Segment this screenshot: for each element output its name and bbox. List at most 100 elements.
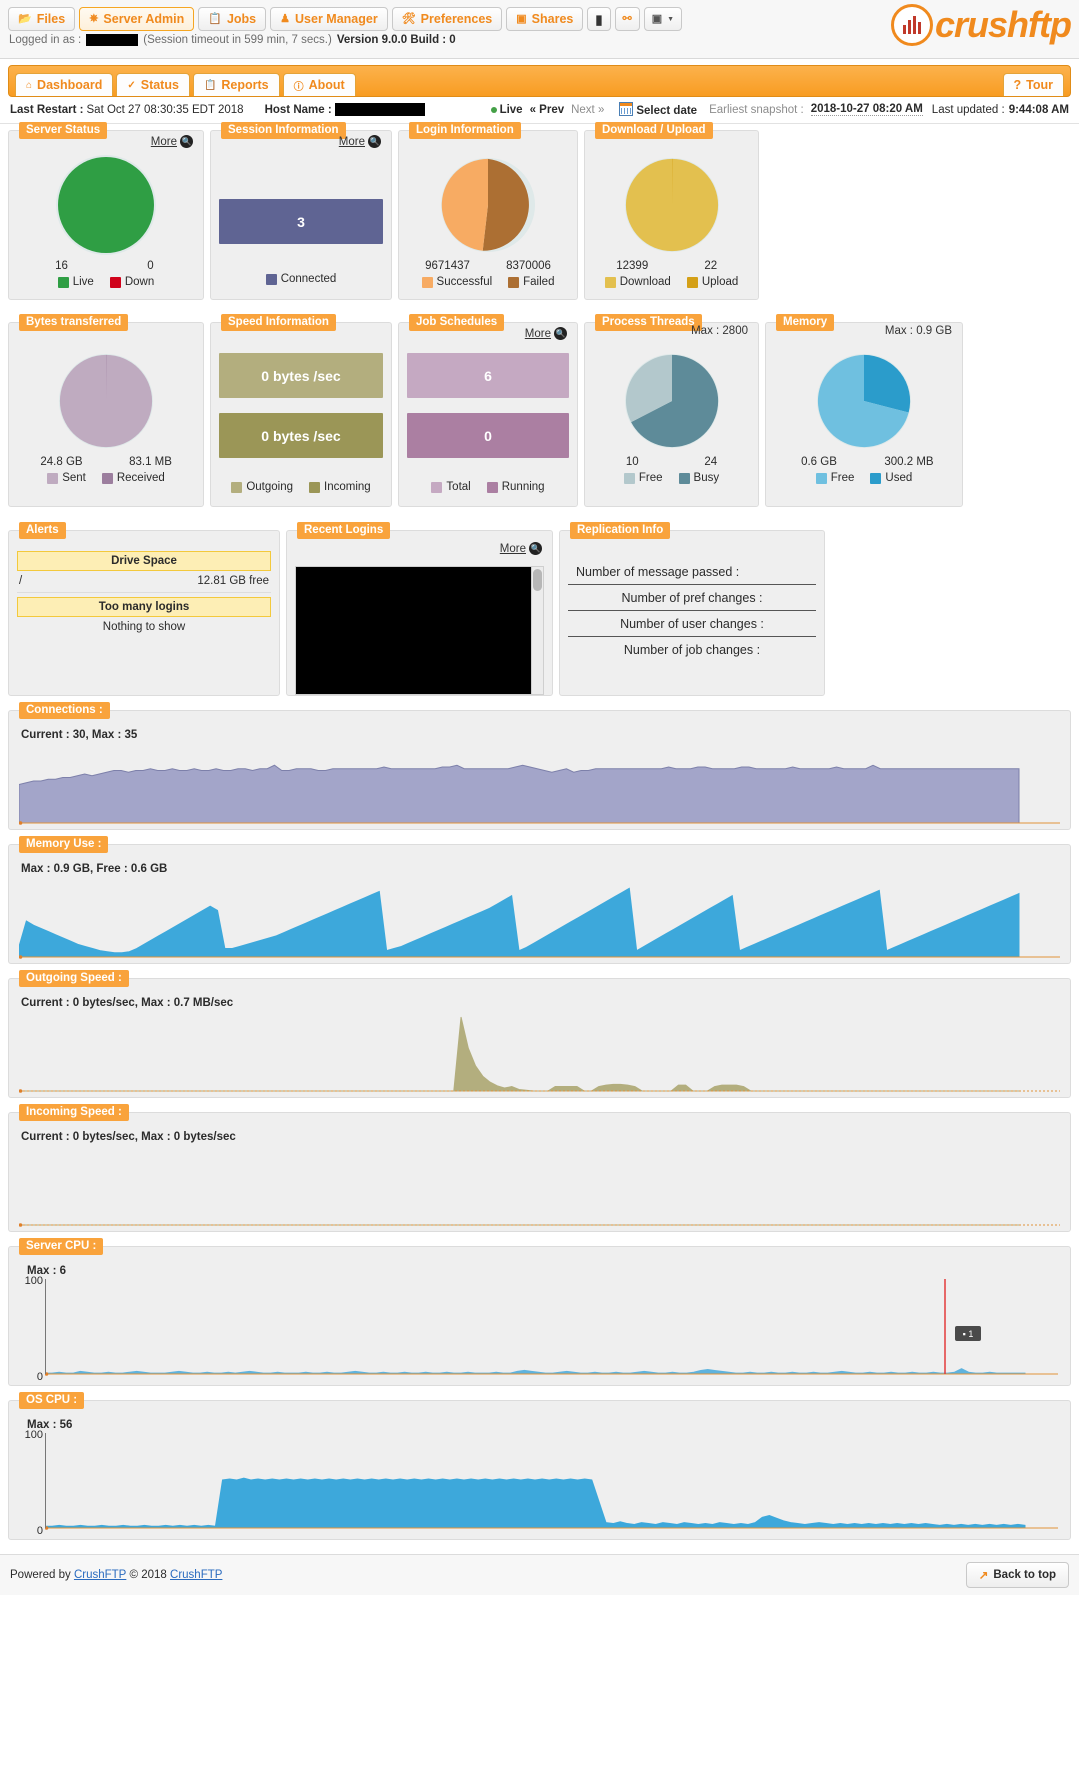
process-threads-card: Process Threads Max : 2800 10 24 Free Bu… (584, 314, 759, 507)
tour-button[interactable]: ? Tour (1002, 73, 1064, 96)
back-to-top-button[interactable]: ↗ Back to top (965, 1562, 1069, 1588)
connections-graph (19, 743, 1060, 825)
info-icon: ⓘ (293, 81, 304, 93)
legend-label: Total (446, 481, 471, 493)
folder-icon: 📂 (18, 12, 32, 25)
nav-label: User Manager (295, 12, 378, 26)
login-information-values: 9671437 8370006 (407, 260, 569, 272)
arrow-up-icon: ↗ (978, 1570, 989, 1582)
os-cpu-graph: 100 0 (19, 1429, 1060, 1537)
legend-label: Outgoing (246, 481, 293, 493)
memory-use-graph (19, 877, 1060, 959)
os-cpu-chart (45, 1433, 1058, 1530)
server-status-chart: 16 0 Live Down (17, 157, 195, 288)
page-footer: Powered by CrushFTP © 2018 CrushFTP ↗ Ba… (0, 1554, 1079, 1595)
login-information-pie (440, 157, 536, 253)
nav-item-server-admin[interactable]: ✵ Server Admin (79, 7, 195, 31)
widget-row-2: Bytes transferred 24.8 GB 83.1 MB Sent R… (0, 314, 1079, 507)
nav-item-preferences[interactable]: 🛠 Preferences (391, 7, 503, 31)
legend-label: Successful (436, 276, 493, 288)
incoming-speed-chart (19, 1223, 1060, 1227)
job-total-bar: 6 (407, 353, 569, 398)
user-icon: ♟ (280, 12, 291, 25)
memory-pie (816, 353, 912, 449)
tab-status[interactable]: ✓ Status (116, 73, 190, 96)
session-information-more-link[interactable]: More 🔍 (339, 135, 381, 148)
legend-label: Received (116, 472, 165, 484)
nav-item-terminal[interactable]: ▮ (587, 7, 611, 31)
job-schedules-more-link[interactable]: More 🔍 (525, 327, 567, 340)
alert-drive-space-row: / 12.81 GB free (17, 571, 271, 593)
nav-item-user-manager[interactable]: ♟ User Manager (270, 7, 388, 31)
crushftp-link-1[interactable]: CrushFTP (74, 1569, 126, 1581)
alert-band-too-many-logins: Too many logins (17, 597, 271, 617)
value-free: 0.6 GB (801, 456, 837, 468)
tab-bar-right: ? Tour (1002, 73, 1064, 96)
session-legend: Connected (219, 273, 383, 285)
tab-dashboard[interactable]: ⌂ Dashboard (15, 73, 114, 96)
legend-upload: Upload (686, 276, 738, 288)
crushftp-logo-mark (890, 4, 933, 46)
recent-logins-scrollbar[interactable] (532, 566, 544, 695)
job-schedules-card: Job Schedules More 🔍 6 0 Total Running (398, 314, 578, 507)
speed-information-legend: Outgoing Incoming (219, 481, 383, 493)
replication-row: Number of user changes : (568, 611, 816, 637)
live-dot-icon (490, 106, 497, 113)
recent-logins-more-link[interactable]: More 🔍 (500, 542, 542, 555)
live-indicator[interactable]: Live (490, 103, 523, 116)
outgoing-speed-graph (19, 1011, 1060, 1093)
prev-button[interactable]: « Prev (530, 104, 565, 116)
bytes-transferred-legend: Sent Received (17, 472, 195, 484)
outgoing-speed-chart (19, 1016, 1060, 1093)
legend-swatch (604, 276, 616, 288)
session-connected-bar: 3 (219, 199, 383, 244)
version-label: Version 9.0.0 Build : 0 (336, 34, 456, 46)
legend-swatch (431, 481, 443, 493)
legend-failed: Failed (508, 276, 554, 288)
crushftp-link-2[interactable]: CrushFTP (170, 1569, 222, 1581)
gear-icon: ✵ (89, 12, 99, 25)
select-date-button[interactable]: Select date (619, 102, 697, 117)
bytes-transferred-pie (58, 353, 154, 449)
outgoing-speed-panel: Outgoing Speed : Current : 0 bytes/sec, … (8, 970, 1071, 1098)
tab-about[interactable]: ⓘ About (282, 73, 356, 96)
download-upload-chart: 12399 22 Download Upload (593, 157, 750, 288)
card-title: Replication Info (570, 522, 671, 539)
nav-item-files[interactable]: 📂 Files (8, 7, 76, 31)
dashboard-page: 📂 Files ✵ Server Admin 📋 Jobs ♟ User Man… (0, 0, 1079, 1595)
select-date-label: Select date (636, 105, 698, 117)
legend-swatch (57, 276, 69, 288)
job-total-value: 6 (484, 367, 492, 384)
incoming-speed-subtitle: Current : 0 bytes/sec, Max : 0 bytes/sec (21, 1131, 236, 1143)
job-schedule-bars: 6 0 (407, 353, 569, 458)
legend-download: Download (604, 276, 671, 288)
nav-item-shares[interactable]: ▣ Shares (506, 7, 584, 31)
card-title: Process Threads (595, 314, 702, 331)
login-information-legend: Successful Failed (407, 276, 569, 288)
download-upload-legend: Download Upload (593, 276, 750, 288)
nav-item-image-dropdown[interactable]: ▣ ▼ (643, 7, 683, 31)
tab-reports[interactable]: 📋 Reports (192, 73, 280, 96)
server-status-more-link[interactable]: More 🔍 (151, 135, 193, 148)
host-name-redacted (334, 103, 425, 116)
more-label: More (338, 135, 365, 148)
incoming-speed-value: 0 bytes /sec (261, 427, 341, 444)
server-cpu-panel: Server CPU : Max : 6 100 0 ▪ 1 (8, 1238, 1071, 1386)
last-restart-value: Sat Oct 27 08:30:35 EDT 2018 (86, 103, 244, 116)
report-icon: 📋 (203, 79, 217, 91)
nav-item-key[interactable]: ⚯ (614, 7, 640, 31)
connections-subtitle: Current : 30, Max : 35 (21, 729, 138, 741)
chevron-down-icon: ▼ (667, 15, 675, 23)
next-button[interactable]: Next » (571, 104, 604, 116)
memory-values: 0.6 GB 300.2 MB (774, 456, 954, 468)
live-label: Live (499, 103, 523, 116)
legend-swatch (231, 481, 243, 493)
recent-logins-body (295, 566, 544, 695)
recent-logins-terminal[interactable] (295, 566, 532, 695)
nav-item-jobs[interactable]: 📋 Jobs (198, 7, 267, 31)
copyright-label: © 2018 (129, 1569, 167, 1581)
legend-swatch (265, 273, 277, 285)
scrollbar-thumb[interactable] (533, 569, 542, 591)
outgoing-speed-subtitle: Current : 0 bytes/sec, Max : 0.7 MB/sec (21, 997, 234, 1009)
legend-swatch (421, 276, 433, 288)
